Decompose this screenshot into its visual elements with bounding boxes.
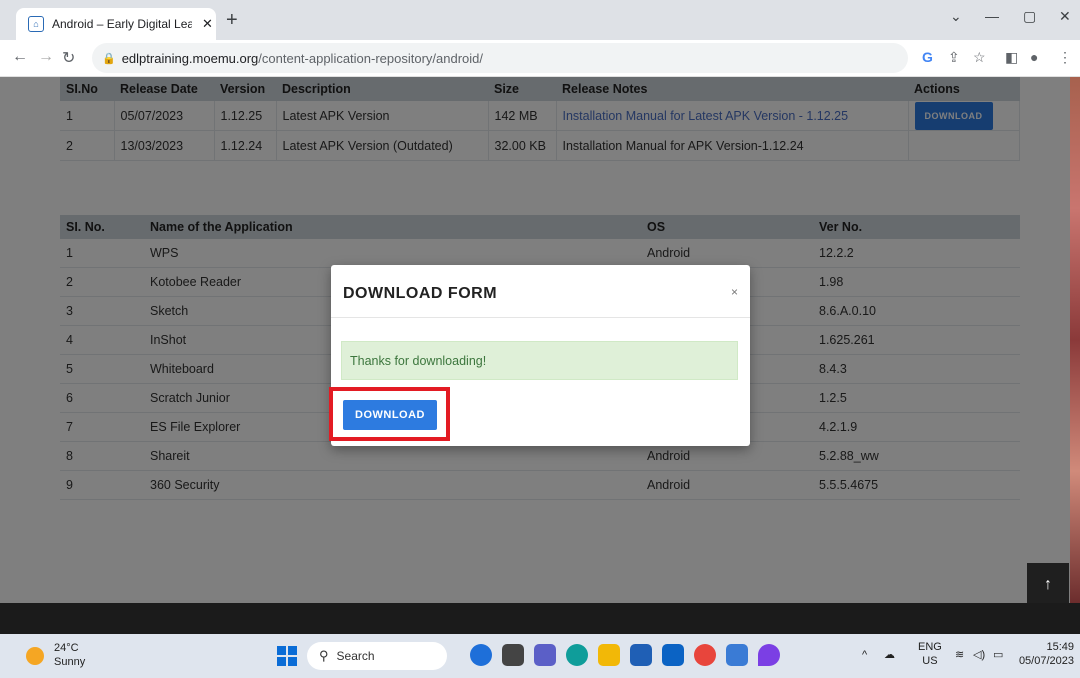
taskbar: 24°C Sunny ⚲ Search ^ ☁ ENG US ≋ ◁) ▭ 15… [0, 634, 1080, 678]
clock[interactable]: 15:49 05/07/2023 [1018, 640, 1074, 668]
task-view-icon[interactable] [502, 644, 524, 666]
edge-icon[interactable] [566, 644, 588, 666]
success-alert: Thanks for downloading! [341, 341, 738, 380]
url-host: edlptraining.moemu.org [121, 50, 259, 66]
browser-tab[interactable]: ⌂ Android – Early Digital Learning I ✕ [16, 8, 216, 40]
site-favicon-icon: ⌂ [28, 16, 44, 32]
teams-icon[interactable] [534, 644, 556, 666]
windows-start-icon[interactable] [277, 646, 297, 666]
menu-icon[interactable]: ⋮ [1058, 49, 1072, 66]
forward-icon[interactable]: → [38, 48, 54, 66]
url-path: /content-application-repository/android/ [258, 50, 484, 66]
lock-icon: 🔒 [102, 52, 116, 65]
taskbar-search[interactable]: ⚲ Search [307, 642, 447, 670]
paint-icon[interactable] [758, 644, 780, 666]
language: ENG [918, 641, 942, 653]
mail-icon[interactable] [662, 644, 684, 666]
time: 15:49 [1046, 641, 1074, 653]
photos-icon[interactable] [726, 644, 748, 666]
tray-chevron-icon[interactable]: ^ [862, 648, 867, 662]
date: 05/07/2023 [1018, 655, 1074, 667]
highlight-box [329, 387, 450, 441]
divider [331, 317, 750, 318]
search-placeholder: Search [336, 649, 375, 663]
tab-title: Android – Early Digital Learning I [52, 17, 192, 31]
alert-message: Thanks for downloading! [350, 353, 487, 368]
region: US [922, 655, 938, 667]
bing-icon[interactable] [470, 644, 492, 666]
close-window-icon[interactable]: ✕ [1059, 8, 1071, 25]
minimize-icon[interactable]: — [985, 8, 999, 24]
bookmark-star-icon[interactable]: ☆ [973, 49, 986, 66]
back-to-top-button[interactable]: ↑ [1027, 563, 1069, 607]
address-bar[interactable]: 🔒 edlptraining.moemu.org/content-applica… [92, 43, 908, 73]
close-icon[interactable]: × [731, 285, 738, 299]
volume-icon[interactable]: ◁) [973, 648, 985, 662]
tab-strip: ⌂ Android – Early Digital Learning I ✕ +… [0, 0, 1080, 40]
browser-toolbar: ← → ↻ 🔒 edlptraining.moemu.org/content-a… [0, 40, 1080, 77]
profile-icon[interactable]: ● [1030, 49, 1038, 65]
restore-icon[interactable]: ▢ [1023, 8, 1036, 25]
file-explorer-icon[interactable] [598, 644, 620, 666]
tab-search-icon[interactable]: ⌄ [950, 8, 962, 25]
back-icon[interactable]: ← [12, 48, 28, 66]
url-text: edlptraining.moemu.org/content-applicati… [122, 51, 483, 66]
new-tab-button[interactable]: + [226, 8, 238, 32]
weather-condition: Sunny [54, 656, 86, 668]
wifi-icon[interactable]: ≋ [955, 648, 964, 662]
store-icon[interactable] [630, 644, 652, 666]
reload-icon[interactable]: ↻ [62, 48, 75, 68]
chrome-icon[interactable] [694, 644, 716, 666]
side-panel-icon[interactable]: ◧ [1005, 49, 1018, 66]
weather-widget[interactable]: 24°C Sunny [54, 641, 85, 669]
temperature: 24°C [54, 642, 79, 654]
language-indicator[interactable]: ENG US [918, 640, 942, 668]
weather-sun-icon[interactable] [26, 647, 44, 665]
page-footer [0, 603, 1080, 634]
tab-close-icon[interactable]: ✕ [202, 16, 213, 32]
cloud-icon[interactable]: ☁ [884, 648, 895, 662]
dialog-title: DOWNLOAD FORM [343, 285, 498, 302]
search-icon: ⚲ [319, 648, 329, 663]
google-icon[interactable]: G [922, 49, 933, 65]
battery-icon[interactable]: ▭ [993, 648, 1003, 662]
scrollbar[interactable] [1070, 77, 1080, 603]
share-icon[interactable]: ⇪ [948, 49, 960, 66]
